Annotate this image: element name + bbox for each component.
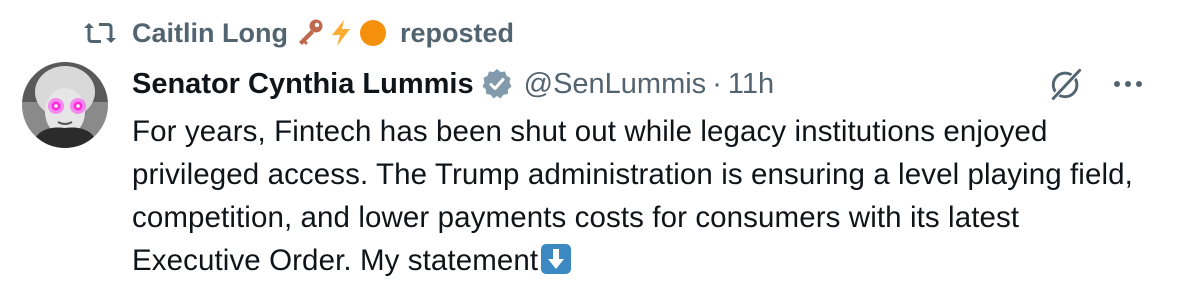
handle[interactable]: @SenLummis bbox=[524, 68, 707, 101]
lightning-emoji-icon bbox=[326, 18, 356, 48]
verified-badge-icon[interactable] bbox=[480, 67, 514, 101]
repost-header: Caitlin Long reposted bbox=[82, 14, 514, 52]
repost-icon bbox=[82, 18, 118, 48]
more-icon[interactable] bbox=[1108, 64, 1148, 104]
key-emoji-icon bbox=[294, 18, 324, 48]
separator-dot: · bbox=[712, 67, 722, 100]
timestamp[interactable]: 11h bbox=[728, 68, 774, 101]
tweet-text: For years, Fintech has been shut out whi… bbox=[132, 115, 1133, 277]
grok-icon[interactable] bbox=[1044, 62, 1088, 106]
down-arrow-emoji-icon bbox=[540, 243, 572, 275]
display-name[interactable]: Senator Cynthia Lummis bbox=[132, 68, 474, 101]
tweet-header: Senator Cynthia Lummis @SenLummis · 11h bbox=[132, 62, 774, 106]
repost-label: reposted bbox=[399, 17, 515, 48]
orange-circle-emoji-icon bbox=[358, 18, 388, 48]
tweet-text-container: For years, Fintech has been shut out whi… bbox=[132, 110, 1152, 282]
tweet-card[interactable]: Caitlin Long reposted Senator Cynthia Lu… bbox=[0, 0, 1182, 306]
reposter-emojis bbox=[294, 18, 388, 48]
reposter-name[interactable]: Caitlin Long bbox=[132, 18, 288, 49]
avatar[interactable] bbox=[22, 62, 108, 148]
